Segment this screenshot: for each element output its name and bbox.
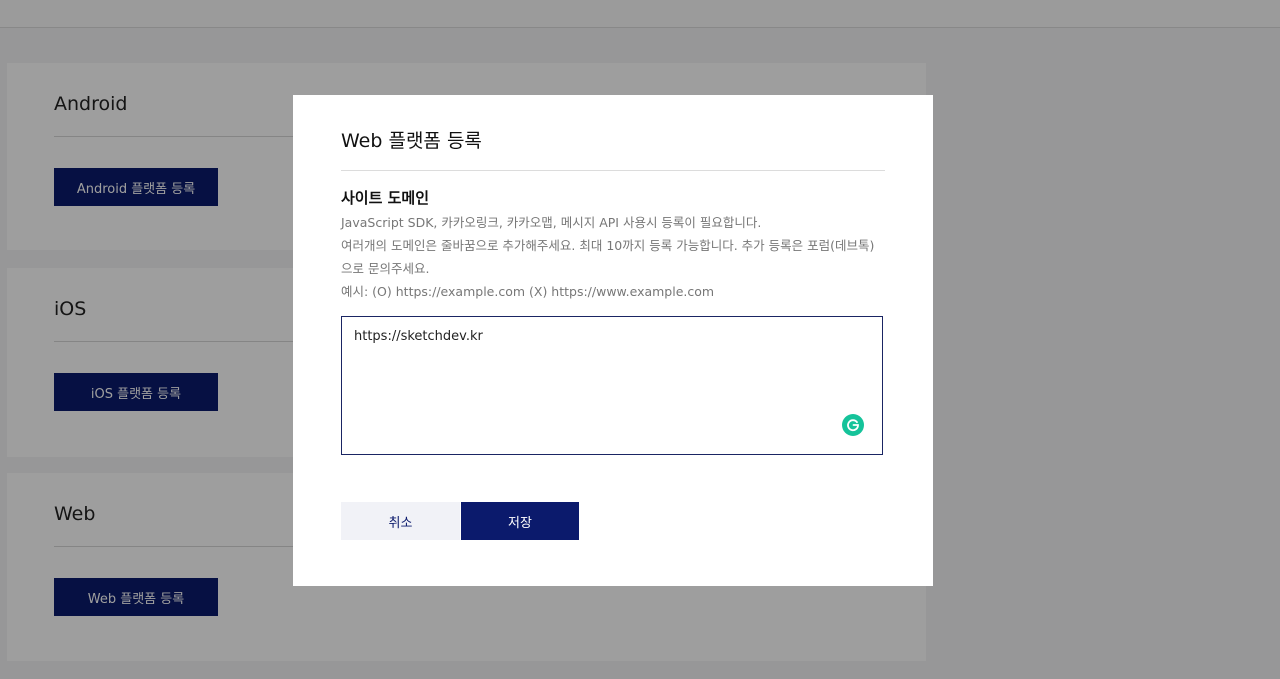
help-line-example: 예시: (O) https://example.com (X) https://… — [341, 284, 715, 299]
site-domain-input[interactable]: https://sketchdev.kr — [341, 316, 883, 455]
grammarly-icon[interactable] — [842, 414, 864, 436]
dialog-title: Web 플랫폼 등록 — [341, 130, 482, 152]
site-domain-label: 사이트 도메인 — [341, 189, 430, 207]
help-line-sdk: JavaScript SDK, 카카오링크, 카카오맵, 메시지 API 사용시… — [341, 215, 762, 230]
help-line-multiple: 여러개의 도메인은 줄바꿈으로 추가해주세요. 최대 10까지 등록 가능합니다… — [341, 238, 875, 253]
save-button[interactable]: 저장 — [461, 502, 579, 540]
web-platform-register-dialog: Web 플랫폼 등록 사이트 도메인 JavaScript SDK, 카카오링크… — [293, 95, 933, 586]
help-line-inquiry: 으로 문의주세요. — [341, 261, 430, 276]
dialog-divider — [341, 170, 885, 171]
cancel-button[interactable]: 취소 — [341, 502, 460, 540]
app-page: Android Android 플랫폼 등록 iOS iOS 플랫폼 등록 We… — [0, 0, 1280, 679]
site-domain-help: JavaScript SDK, 카카오링크, 카카오맵, 메시지 API 사용시… — [341, 211, 889, 303]
grammarly-g-icon — [847, 419, 859, 432]
